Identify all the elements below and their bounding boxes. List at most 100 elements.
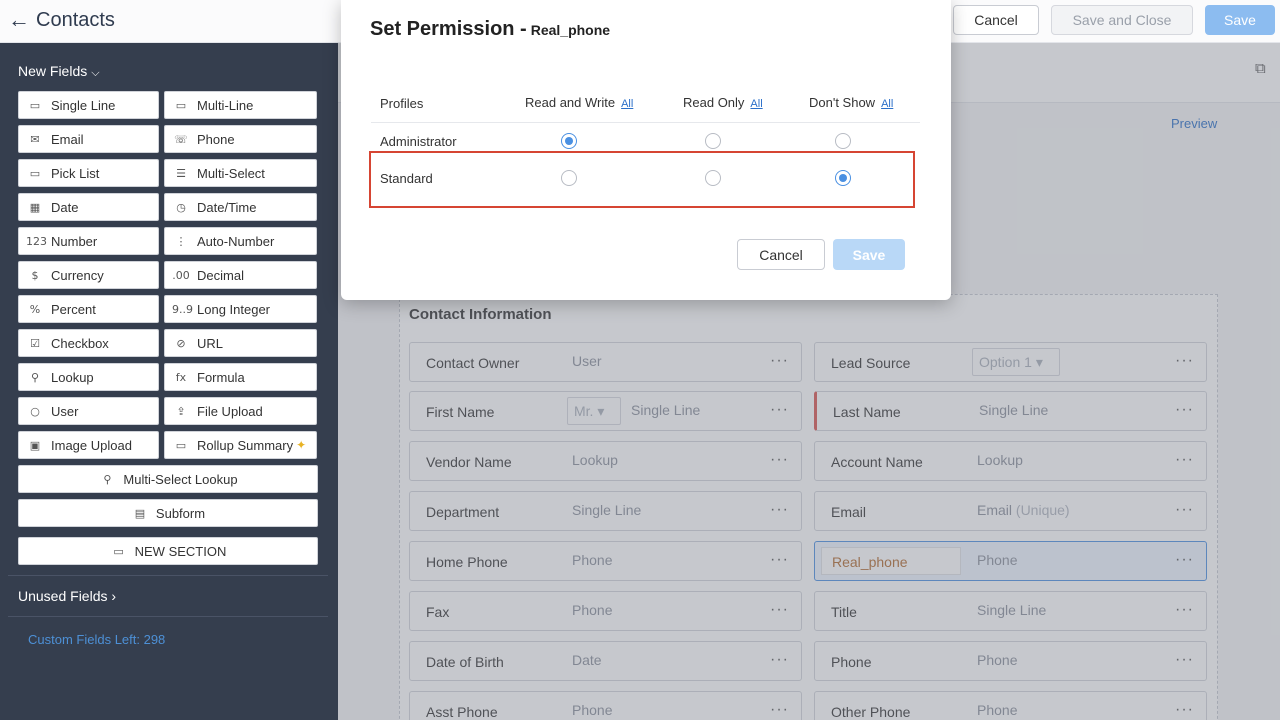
link-icon: ⊘	[176, 336, 186, 350]
field-rollup-summary[interactable]: ▭ Rollup Summary ✦	[164, 431, 317, 459]
header-divider	[371, 122, 920, 123]
multi-select-icon: ☰	[176, 166, 186, 180]
field-email[interactable]: ✉ Email	[18, 125, 159, 153]
field-currency[interactable]: $ Currency	[18, 261, 159, 289]
field-checkbox[interactable]: ☑ Checkbox	[18, 329, 159, 357]
section-icon: ▭	[113, 544, 124, 558]
field-percent[interactable]: % Percent	[18, 295, 159, 323]
field-lookup[interactable]: ⚲ Lookup	[18, 363, 159, 391]
field-label: Multi-Line	[197, 97, 254, 113]
field-label: Date	[51, 199, 79, 215]
field-label: Percent	[51, 301, 96, 317]
field-file-upload[interactable]: ⇪ File Upload	[164, 397, 317, 425]
field-label: Rollup Summary	[197, 437, 294, 453]
col-read-write: Read and Write All	[525, 95, 633, 110]
field-label: Multi-Select	[197, 165, 265, 181]
col-label: Read and Write	[525, 95, 616, 110]
new-section-button[interactable]: ▭ NEW SECTION	[18, 537, 318, 565]
field-label: Formula	[197, 369, 245, 385]
clock-icon: ◷	[176, 200, 186, 214]
field-number[interactable]: 123 Number	[18, 227, 159, 255]
col-dont-show: Don't Show All	[809, 95, 893, 110]
field-image-upload[interactable]: ▣ Image Upload	[18, 431, 159, 459]
field-label: Auto-Number	[197, 233, 275, 249]
field-multi-line[interactable]: ▭ Multi-Line	[164, 91, 317, 119]
save-and-close-button[interactable]: Save and Close	[1051, 5, 1193, 35]
pick-list-icon: ▭	[29, 166, 41, 180]
long-integer-icon: 9..9	[172, 302, 193, 316]
standard-read-only-radio[interactable]	[705, 170, 721, 186]
administrator-read-only-radio[interactable]	[705, 133, 721, 149]
field-formula[interactable]: fx Formula	[164, 363, 317, 391]
field-label: Number	[51, 233, 98, 249]
new-fields-toggle[interactable]: New Fields ⌵	[18, 63, 100, 80]
field-url[interactable]: ⊘ URL	[164, 329, 317, 357]
field-label: Pick List	[51, 165, 100, 181]
field-label: Single Line	[51, 97, 116, 113]
back-arrow-icon[interactable]: ←	[8, 8, 30, 32]
standard-row-highlight	[369, 151, 915, 208]
dont-show-all-link[interactable]: All	[881, 98, 893, 110]
dialog-field-name: Real_phone	[530, 22, 611, 38]
unused-fields-toggle[interactable]: Unused Fields ›	[18, 588, 116, 604]
lookup-icon: ⚲	[30, 370, 40, 384]
administrator-dont-show-radio[interactable]	[835, 133, 851, 149]
page-title: Contacts	[36, 9, 115, 31]
subform-icon: ▤	[134, 506, 146, 520]
header-cancel-button[interactable]: Cancel	[953, 5, 1039, 35]
header-save-button[interactable]: Save	[1205, 5, 1275, 35]
image-icon: ▣	[29, 438, 41, 452]
unused-fields-label: Unused Fields	[18, 588, 108, 604]
field-label: Decimal	[197, 267, 244, 283]
sidebar-divider	[8, 575, 328, 576]
field-label: Phone	[197, 131, 235, 147]
col-read-only: Read Only All	[683, 95, 763, 110]
field-single-line[interactable]: ▭ Single Line	[18, 91, 159, 119]
decimal-icon: .00	[172, 268, 190, 282]
field-subform[interactable]: ▤ Subform	[18, 499, 318, 527]
field-label: URL	[197, 335, 224, 351]
multi-lookup-icon: ⚲	[103, 472, 112, 486]
number-icon: 123	[26, 234, 47, 248]
field-auto-number[interactable]: ⋮ Auto-Number	[164, 227, 317, 255]
user-icon: ○	[30, 404, 40, 418]
field-long-integer[interactable]: 9..9 Long Integer	[164, 295, 317, 323]
standard-read-write-radio[interactable]	[561, 170, 577, 186]
field-multi-select-lookup[interactable]: ⚲ Multi-Select Lookup	[18, 465, 318, 493]
field-label: Email	[51, 131, 84, 147]
standard-dont-show-radio[interactable]	[835, 170, 851, 186]
field-label: User	[51, 403, 79, 419]
field-label: Currency	[51, 267, 104, 283]
field-palette-sidebar: New Fields ⌵ ▭ Single Line ▭ Multi-Line ✉ Em…	[0, 43, 338, 720]
dialog-save-button[interactable]: Save	[833, 239, 905, 270]
field-date-time[interactable]: ◷ Date/Time	[164, 193, 317, 221]
chevron-right-icon: ›	[111, 588, 117, 604]
multi-line-icon: ▭	[175, 98, 187, 112]
read-write-all-link[interactable]: All	[621, 98, 633, 110]
read-only-all-link[interactable]: All	[750, 98, 762, 110]
field-phone[interactable]: ☏ Phone	[164, 125, 317, 153]
field-date[interactable]: ▦ Date	[18, 193, 159, 221]
field-label: Date/Time	[197, 199, 257, 215]
administrator-read-write-radio[interactable]	[561, 133, 577, 149]
col-label: Don't Show	[809, 95, 876, 110]
field-multi-select[interactable]: ☰ Multi-Select	[164, 159, 317, 187]
chevron-down-icon: ⌵	[91, 67, 100, 79]
phone-icon: ☏	[174, 132, 188, 146]
field-user[interactable]: ○ User	[18, 397, 159, 425]
single-line-icon: ▭	[29, 98, 41, 112]
new-fields-label: New Fields	[18, 63, 88, 79]
profile-standard: Standard	[380, 171, 433, 186]
custom-fields-left: Custom Fields Left: 298	[28, 632, 166, 647]
formula-icon: fx	[175, 370, 187, 384]
field-label: NEW SECTION	[134, 543, 227, 559]
percent-icon: %	[29, 302, 41, 316]
sparkle-icon: ✦	[296, 438, 307, 452]
col-profiles: Profiles	[380, 96, 424, 111]
field-decimal[interactable]: .00 Decimal	[164, 261, 317, 289]
field-pick-list[interactable]: ▭ Pick List	[18, 159, 159, 187]
dialog-cancel-button[interactable]: Cancel	[737, 239, 825, 270]
upload-icon: ⇪	[176, 404, 186, 418]
field-label: Checkbox	[51, 335, 109, 351]
currency-icon: $	[31, 268, 39, 282]
